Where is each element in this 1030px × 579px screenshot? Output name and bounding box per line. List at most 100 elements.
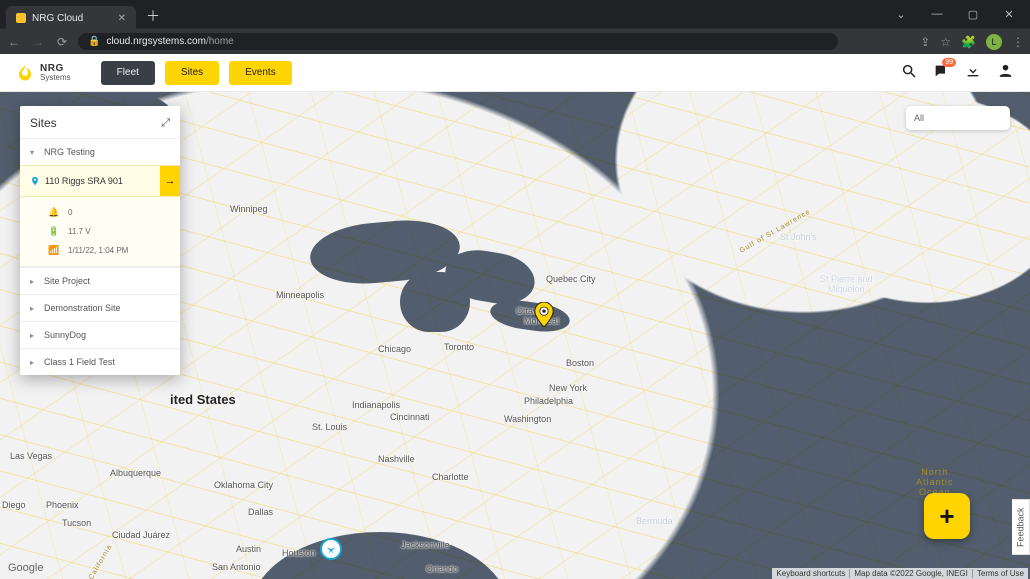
chevron-right-icon: ▸: [30, 358, 40, 367]
city-phoenix: Phoenix: [46, 500, 79, 510]
project-row-sunnydog[interactable]: ▸ SunnyDog: [20, 321, 180, 348]
city-bermuda: Bermuda: [636, 516, 673, 526]
project-label: SunnyDog: [44, 330, 86, 340]
flame-icon: [16, 64, 34, 82]
url-host: cloud.nrgsystems.com: [106, 36, 205, 47]
battery-value: 11.7 V: [68, 227, 91, 236]
sites-panel: Sites ⤢ ▾ NRG Testing 110 Riggs SRA 901 …: [20, 106, 180, 375]
browser-tab[interactable]: NRG Cloud ✕: [6, 6, 136, 30]
alerts-value: 0: [68, 208, 72, 217]
project-label: Demonstration Site: [44, 303, 121, 313]
map-filter-dropdown[interactable]: All: [906, 106, 1010, 130]
site-marker-secondary[interactable]: [320, 538, 342, 560]
share-icon[interactable]: ⇪: [920, 35, 930, 49]
project-row-demonstration-site[interactable]: ▸ Demonstration Site: [20, 294, 180, 321]
chevron-down-icon: ▾: [30, 148, 40, 157]
app-header: NRG Systems Fleet Sites Events 99: [0, 54, 1030, 92]
chevron-right-icon: ▸: [30, 304, 40, 313]
project-row-nrg-testing[interactable]: ▾ NRG Testing: [20, 138, 180, 165]
city-chicago: Chicago: [378, 344, 411, 354]
browser-tab-strip: NRG Cloud ✕ ＋ ⌄ — ▢ ✕: [0, 0, 1030, 28]
site-details: 🔔 0 🔋 11.7 V 📶 1/11/22, 1:04 PM: [20, 197, 180, 267]
minimize-icon[interactable]: —: [920, 8, 954, 21]
city-boston: Boston: [566, 358, 594, 368]
window-controls: ⌄ — ▢ ✕: [884, 8, 1030, 21]
city-albuquerque: Albuquerque: [110, 468, 161, 478]
project-row-class1-field-test[interactable]: ▸ Class 1 Field Test: [20, 348, 180, 375]
map[interactable]: ited States Mexico Edmonton Winnipeg Min…: [0, 92, 1030, 579]
feedback-label: Feedback: [1016, 507, 1026, 547]
city-quebec: Quebec City: [546, 274, 596, 284]
google-logo: Google: [8, 562, 43, 574]
add-site-button[interactable]: +: [924, 493, 970, 539]
pin-icon: [30, 176, 40, 186]
city-charlotte: Charlotte: [432, 472, 469, 482]
last-value: 1/11/22, 1:04 PM: [68, 246, 128, 255]
url-field[interactable]: 🔒 cloud.nrgsystems.com/home: [78, 33, 838, 50]
nav-events[interactable]: Events: [229, 61, 292, 85]
star-icon[interactable]: ☆: [940, 35, 951, 49]
kb-shortcuts-link[interactable]: Keyboard shortcuts: [776, 569, 850, 578]
project-label: NRG Testing: [44, 147, 95, 157]
open-site-button[interactable]: →: [160, 166, 180, 196]
account-icon[interactable]: [997, 62, 1014, 83]
expand-icon[interactable]: ⤢: [161, 117, 170, 130]
project-label: Class 1 Field Test: [44, 357, 115, 367]
maximize-icon[interactable]: ▢: [956, 8, 990, 21]
site-detail-alerts: 🔔 0: [20, 203, 180, 222]
kebab-menu-icon[interactable]: ⋮: [1012, 35, 1024, 49]
favicon-icon: [16, 13, 26, 23]
site-detail-last: 📶 1/11/22, 1:04 PM: [20, 241, 180, 260]
profile-avatar[interactable]: L: [986, 34, 1002, 50]
battery-icon: 🔋: [48, 226, 60, 237]
map-attribution: Keyboard shortcuts Map data ©2022 Google…: [772, 568, 1028, 579]
nav-fleet[interactable]: Fleet: [101, 61, 155, 85]
terms-link[interactable]: Terms of Use: [977, 569, 1024, 578]
city-winnipeg: Winnipeg: [230, 204, 268, 214]
city-tucson: Tucson: [62, 518, 91, 528]
city-johns: St John's: [780, 232, 817, 242]
forward-icon[interactable]: →: [30, 35, 46, 49]
extension-icon[interactable]: 🧩: [961, 35, 976, 49]
brand-line1: NRG: [40, 64, 71, 74]
new-tab-button[interactable]: ＋: [146, 6, 160, 26]
site-row-active[interactable]: 110 Riggs SRA 901 →: [20, 165, 180, 197]
site-marker-active[interactable]: [534, 302, 554, 328]
notifications-icon[interactable]: 99: [933, 63, 949, 83]
search-icon[interactable]: [901, 63, 917, 83]
url-path: /home: [206, 36, 234, 47]
feedback-tab[interactable]: Feedback: [1012, 499, 1030, 555]
lock-icon: 🔒: [88, 36, 100, 47]
nav-sites[interactable]: Sites: [165, 61, 219, 85]
sites-panel-title: Sites: [30, 116, 57, 130]
city-cincinnati: Cincinnati: [390, 412, 430, 422]
close-icon[interactable]: ✕: [992, 8, 1026, 21]
project-row-site-project[interactable]: ▸ Site Project: [20, 267, 180, 294]
city-nashville: Nashville: [378, 454, 415, 464]
city-toronto: Toronto: [444, 342, 474, 352]
download-icon[interactable]: [965, 63, 981, 83]
city-okc: Oklahoma City: [214, 480, 273, 490]
city-sanantonio: San Antonio: [212, 562, 261, 572]
region-us: ited States: [170, 392, 236, 407]
city-juarez: Ciudad Juárez: [112, 530, 170, 540]
plus-icon: +: [939, 501, 954, 532]
city-lasvegas: Las Vegas: [10, 451, 52, 461]
city-orlando: Orlando: [426, 564, 458, 574]
tab-close-icon[interactable]: ✕: [118, 13, 126, 24]
city-jacksonville: Jacksonville: [401, 540, 450, 550]
chevron-right-icon: ▸: [30, 277, 40, 286]
browser-address-bar: ← → ⟳ 🔒 cloud.nrgsystems.com/home ⇪ ☆ 🧩 L…: [0, 28, 1030, 54]
city-minneapolis: Minneapolis: [276, 290, 324, 300]
chevron-down-icon[interactable]: ⌄: [884, 8, 918, 21]
chevron-right-icon: ▸: [30, 331, 40, 340]
city-austin: Austin: [236, 544, 261, 554]
back-icon[interactable]: ←: [6, 35, 22, 49]
brand-logo[interactable]: NRG Systems: [16, 64, 71, 82]
site-name: 110 Riggs SRA 901: [45, 166, 160, 196]
tab-title: NRG Cloud: [32, 13, 83, 24]
city-indianapolis: Indianapolis: [352, 400, 400, 410]
city-stlouis: St. Louis: [312, 422, 347, 432]
map-data-text: Map data ©2022 Google, INEGI: [854, 569, 973, 578]
reload-icon[interactable]: ⟳: [54, 35, 70, 49]
